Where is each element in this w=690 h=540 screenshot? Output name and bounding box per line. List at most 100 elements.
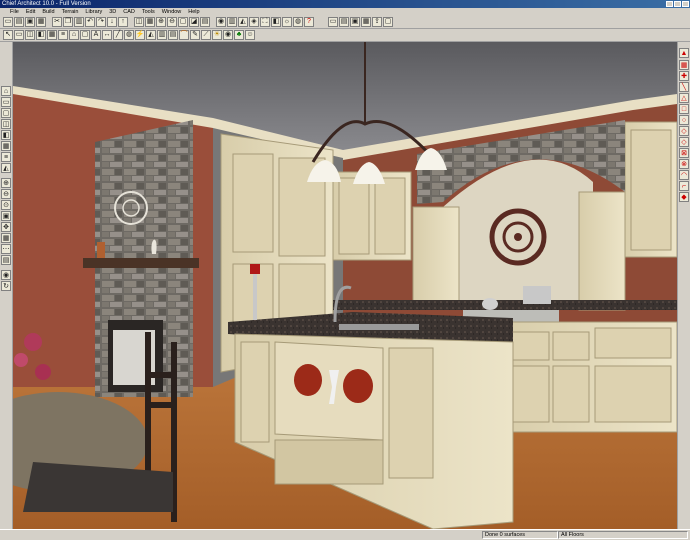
close-button[interactable] <box>682 1 689 7</box>
menu-cad[interactable]: CAD <box>123 8 135 16</box>
room-tool-icon[interactable]: ▢ <box>1 108 11 118</box>
corner-icon[interactable]: ⌐ <box>679 181 689 191</box>
cut-icon[interactable]: ✂ <box>52 17 62 27</box>
camera-icon[interactable]: ◉ <box>216 17 226 27</box>
cabinet-icon[interactable]: ◫ <box>25 30 35 40</box>
plus-icon[interactable]: ✚ <box>679 71 689 81</box>
menu-file[interactable]: File <box>10 8 19 16</box>
material-icon[interactable]: ◧ <box>271 17 281 27</box>
fill-icon[interactable]: ▣ <box>1 211 11 221</box>
camera-tool-icon[interactable]: ◉ <box>1 270 11 280</box>
symbol-icon[interactable]: ◆ <box>679 192 689 202</box>
help-icon[interactable]: ? <box>304 17 314 27</box>
menu-3d[interactable]: 3D <box>109 8 116 16</box>
open-icon[interactable]: ▤ <box>14 17 24 27</box>
square-icon[interactable]: □ <box>679 104 689 114</box>
menu-library[interactable]: Library <box>85 8 102 16</box>
pointer-icon[interactable]: ↖ <box>3 30 13 40</box>
overview-icon[interactable]: ◈ <box>249 17 259 27</box>
walkthrough-icon[interactable]: ⛶ <box>260 17 270 27</box>
zoom-in-icon[interactable]: ⊕ <box>1 178 11 188</box>
wall-tool-icon[interactable]: ▭ <box>1 97 11 107</box>
library-icon[interactable]: ▤ <box>168 30 178 40</box>
window-icon[interactable]: ▦ <box>47 30 57 40</box>
export-icon[interactable]: ⇪ <box>372 17 382 27</box>
dimension-icon[interactable]: ↔ <box>102 30 112 40</box>
paint-icon[interactable]: ✎ <box>190 30 200 40</box>
wall-icon[interactable]: ▭ <box>14 30 24 40</box>
plan-view-icon[interactable]: ◪ <box>189 17 199 27</box>
layer-tool-icon[interactable]: ▤ <box>1 255 11 265</box>
copy-icon[interactable]: ❐ <box>63 17 73 27</box>
person-icon[interactable]: ☺ <box>245 30 255 40</box>
stair-tool-icon[interactable]: ≡ <box>1 152 11 162</box>
text-icon[interactable]: A <box>91 30 101 40</box>
framing-icon[interactable]: ▥ <box>157 30 167 40</box>
orbit-icon[interactable]: ↻ <box>1 281 11 291</box>
home-icon[interactable]: ⌂ <box>1 86 11 96</box>
new-icon[interactable]: ▭ <box>3 17 13 27</box>
arc-icon[interactable]: ◠ <box>679 170 689 180</box>
diamond-outline-icon[interactable]: ◇ <box>679 137 689 147</box>
arrow-up-icon[interactable]: ↑ <box>118 17 128 27</box>
tree-icon[interactable]: ♣ <box>234 30 244 40</box>
menu-build[interactable]: Build <box>42 8 54 16</box>
render-icon[interactable]: ◍ <box>293 17 303 27</box>
electrical-icon[interactable]: ⚡ <box>135 30 145 40</box>
menu-help[interactable]: Help <box>188 8 199 16</box>
roof-tool-icon[interactable]: ◭ <box>1 163 11 173</box>
door-tool-icon[interactable]: ◧ <box>1 130 11 140</box>
zoom-window-icon[interactable]: ⊙ <box>1 200 11 210</box>
eyedropper-icon[interactable]: ⟋ <box>201 30 211 40</box>
minimize-button[interactable] <box>666 1 673 7</box>
3d-view[interactable] <box>13 42 677 529</box>
select-icon[interactable]: ◫ <box>134 17 144 27</box>
door-icon[interactable]: ◧ <box>36 30 46 40</box>
menu-terrain[interactable]: Terrain <box>62 8 79 16</box>
layer-icon[interactable]: ▤ <box>200 17 210 27</box>
perspective-icon[interactable]: ◭ <box>238 17 248 27</box>
terrain-icon[interactable]: ◭ <box>146 30 156 40</box>
print-icon[interactable]: ▦ <box>36 17 46 27</box>
grid-tool-icon[interactable]: ▦ <box>1 233 11 243</box>
maximize-button[interactable] <box>674 1 681 7</box>
triangle-icon[interactable]: △ <box>679 93 689 103</box>
undo-icon[interactable]: ↶ <box>85 17 95 27</box>
close-view-icon[interactable]: ▢ <box>383 17 393 27</box>
new-view-icon[interactable]: ▭ <box>328 17 338 27</box>
cabinet-tool-icon[interactable]: ◫ <box>1 119 11 129</box>
light-icon[interactable]: ☼ <box>282 17 292 27</box>
x-icon[interactable]: ⊠ <box>679 148 689 158</box>
zoom-icon[interactable]: ⊕ <box>156 17 166 27</box>
grid-snap-icon[interactable]: ▦ <box>679 60 689 70</box>
elevation-icon[interactable]: ▥ <box>227 17 237 27</box>
save-view-icon[interactable]: ▣ <box>350 17 360 27</box>
menu-edit[interactable]: Edit <box>26 8 35 16</box>
open-view-icon[interactable]: ▤ <box>339 17 349 27</box>
window-tool-icon[interactable]: ▦ <box>1 141 11 151</box>
save-icon[interactable]: ▣ <box>25 17 35 27</box>
fixture-icon[interactable]: ◍ <box>124 30 134 40</box>
arrow-up-tool-icon[interactable]: ▲ <box>679 48 689 58</box>
render-preview-icon[interactable]: ◉ <box>223 30 233 40</box>
print-view-icon[interactable]: ▦ <box>361 17 371 27</box>
room-icon[interactable]: ▢ <box>80 30 90 40</box>
menu-window[interactable]: Window <box>162 8 182 16</box>
rainbow-icon[interactable]: ⌒ <box>179 30 189 40</box>
menu-tools[interactable]: Tools <box>142 8 155 16</box>
circle-icon[interactable]: ○ <box>679 115 689 125</box>
pan-icon[interactable]: ✥ <box>1 222 11 232</box>
grid-icon[interactable]: ▦ <box>145 17 155 27</box>
roof-icon[interactable]: ⌂ <box>69 30 79 40</box>
stairs-icon[interactable]: ≡ <box>58 30 68 40</box>
dimension-tool-icon[interactable]: ⊗ <box>679 159 689 169</box>
diamond-icon[interactable]: ◇ <box>679 126 689 136</box>
cad-line-icon[interactable]: ╱ <box>113 30 123 40</box>
zoom-out-tool-icon[interactable]: ⊖ <box>1 189 11 199</box>
paste-icon[interactable]: ▥ <box>74 17 84 27</box>
redo-icon[interactable]: ↷ <box>96 17 106 27</box>
snap-icon[interactable]: ⋯ <box>1 244 11 254</box>
line-icon[interactable]: ╲ <box>679 82 689 92</box>
fill-window-icon[interactable]: ▢ <box>178 17 188 27</box>
zoom-out-icon[interactable]: ⊖ <box>167 17 177 27</box>
